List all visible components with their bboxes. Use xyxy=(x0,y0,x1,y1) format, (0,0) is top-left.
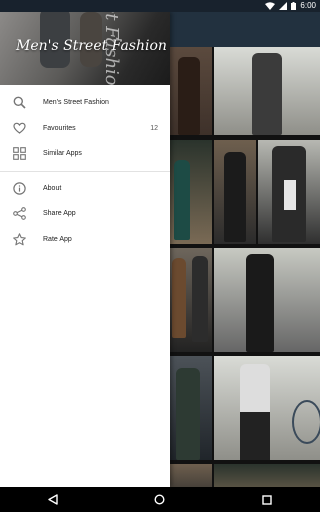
menu-item-label: Share App xyxy=(43,210,76,218)
drawer-title: Men's Street Fashion xyxy=(16,38,167,54)
menu-item-rate-app[interactable]: Rate App xyxy=(0,227,170,253)
photo-tile[interactable] xyxy=(214,464,320,487)
menu-item-label: Men's Street Fashion xyxy=(43,99,109,107)
info-icon xyxy=(12,181,26,195)
drawer-menu: Men's Street Fashion Favourites 12 Simil… xyxy=(0,90,170,167)
photo-tile[interactable] xyxy=(214,248,320,352)
home-icon[interactable] xyxy=(154,494,165,505)
status-bar: 6:00 xyxy=(0,0,320,12)
menu-item-label: Favourites xyxy=(43,124,76,132)
battery-icon xyxy=(291,1,297,10)
system-nav-bar xyxy=(0,487,320,512)
photo-tile[interactable] xyxy=(170,248,212,352)
heart-icon xyxy=(12,121,26,135)
search-icon xyxy=(12,96,26,110)
photo-tile[interactable] xyxy=(258,140,320,244)
recents-icon[interactable] xyxy=(262,494,272,505)
navigation-drawer: Street Fashion Men's Street Fashion Men'… xyxy=(0,12,170,487)
menu-item-label: Similar Apps xyxy=(43,150,82,158)
menu-item-share-app[interactable]: Share App xyxy=(0,201,170,227)
photo-tile[interactable] xyxy=(214,356,320,460)
grid-icon xyxy=(12,147,26,161)
photo-tile[interactable] xyxy=(214,140,256,244)
status-time: 6:00 xyxy=(300,1,316,10)
star-icon xyxy=(12,232,26,246)
photo-tile[interactable] xyxy=(170,464,212,487)
photo-tile[interactable] xyxy=(170,140,212,244)
drawer-header: Street Fashion Men's Street Fashion xyxy=(0,12,170,85)
photo-tile[interactable] xyxy=(214,47,320,135)
back-icon[interactable] xyxy=(48,494,58,505)
menu-item-mens-street-fashion[interactable]: Men's Street Fashion xyxy=(0,90,170,116)
menu-item-similar-apps[interactable]: Similar Apps xyxy=(0,141,170,167)
share-icon xyxy=(12,207,26,221)
favourites-count-badge: 12 xyxy=(150,124,158,132)
signal-icon xyxy=(279,1,288,10)
menu-item-favourites[interactable]: Favourites 12 xyxy=(0,116,170,142)
menu-item-label: About xyxy=(43,184,62,192)
menu-item-label: Rate App xyxy=(43,235,72,243)
status-icons: 6:00 xyxy=(265,1,316,10)
photo-tile[interactable] xyxy=(170,47,212,135)
drawer-secondary-menu: About Share App Rate App xyxy=(0,176,170,253)
menu-divider xyxy=(0,170,170,172)
menu-item-about[interactable]: About xyxy=(0,176,170,202)
photo-tile[interactable] xyxy=(170,356,212,460)
photo-grid xyxy=(170,47,320,487)
wifi-icon xyxy=(265,1,276,10)
